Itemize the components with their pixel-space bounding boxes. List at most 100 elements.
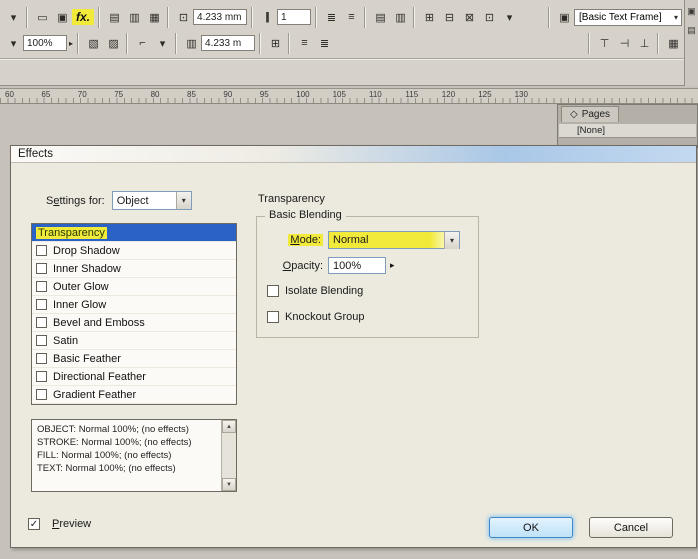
align-bottom-icon[interactable]: ⊥	[634, 34, 653, 53]
cancel-button[interactable]: Cancel	[589, 517, 673, 538]
effect-checkbox-drop-shadow[interactable]	[36, 245, 47, 256]
pages-panel-icon: ◇	[570, 109, 578, 120]
corner-options-icon[interactable]: ⊡	[173, 8, 192, 27]
effect-item-directional-feather[interactable]: Directional Feather	[32, 368, 236, 386]
effect-item-basic-feather[interactable]: Basic Feather	[32, 350, 236, 368]
effect-item-transparency[interactable]: Transparency	[32, 224, 236, 242]
stroke-style-icon[interactable]: ▧	[83, 34, 102, 53]
toolbar-separator	[77, 32, 80, 54]
summary-line: STROKE: Normal 100%; (no effects)	[37, 437, 192, 448]
effect-checkbox-basic-feather[interactable]	[36, 353, 47, 364]
align-menu-arrow[interactable]: ▾	[499, 8, 518, 27]
dialog-titlebar[interactable]: Effects	[11, 146, 696, 163]
pages-none-item[interactable]: [None]	[559, 124, 696, 138]
ruler[interactable]: 60 65 70 75 80 85 90 95 100 105 110 115 120 125 130	[0, 88, 698, 104]
effect-checkbox-outer-glow[interactable]	[36, 281, 47, 292]
align-horizontal-icon[interactable]: ⊞	[419, 8, 438, 27]
opacity-label: Opacity:	[282, 259, 323, 272]
distribute-icon[interactable]: ⊠	[459, 8, 478, 27]
knockout-group-row[interactable]: Knockout Group	[267, 311, 365, 323]
toolbar-separator	[175, 32, 178, 54]
control-toolbar: ▾ ▭ ▣ fx. ▤ ▥ ▦ ⊡ 4.233 mm ||| 1 ≣ ≡ ▤ ▥ ⊞ ⊟ ⊠ ⊡ ▾ ▣ [Basic T…	[0, 0, 698, 86]
effect-item-inner-shadow[interactable]: Inner Shadow	[32, 260, 236, 278]
space-icon[interactable]: ⊡	[479, 8, 498, 27]
distribute-lines-icon-1[interactable]: ≡	[294, 34, 313, 53]
align-left-icon[interactable]: ⊣	[614, 34, 633, 53]
effect-item-bevel-and-emboss[interactable]: Bevel and Emboss	[32, 314, 236, 332]
settings-for-dropdown[interactable]: Object ▾	[111, 191, 192, 210]
corner-radius-input[interactable]: 4.233 mm	[193, 9, 248, 25]
scroll-down-icon[interactable]: ▼	[222, 478, 236, 491]
scale-reference-dropdown[interactable]: ▾	[3, 34, 22, 53]
text-wrap-around-icon[interactable]: ▥	[124, 8, 143, 27]
effects-fx-button[interactable]: fx.	[72, 9, 95, 25]
object-style-combo-value: [Basic Text Frame]	[579, 11, 662, 23]
columns-count-input[interactable]: 1	[277, 9, 312, 25]
object-style-combo[interactable]: [Basic Text Frame] ▾	[574, 8, 682, 26]
effect-checkbox-gradient-feather[interactable]	[36, 389, 47, 400]
preview-checkbox[interactable]: ✓	[28, 518, 40, 530]
effect-checkbox-inner-glow[interactable]	[36, 299, 47, 310]
pages-panel: ◇ Pages [None]	[557, 104, 698, 148]
gutter-icon[interactable]: ▥	[181, 34, 200, 53]
effect-item-gradient-feather[interactable]: Gradient Feather	[32, 386, 236, 404]
ruler-number: 60	[5, 90, 14, 99]
reference-point-dropdown[interactable]: ▾	[3, 8, 22, 27]
ruler-number: 105	[332, 90, 346, 99]
effect-label-basic-feather: Basic Feather	[53, 352, 121, 365]
opacity-input[interactable]: 100%	[328, 257, 386, 274]
preview-row[interactable]: ✓ Preview	[28, 518, 91, 530]
align-top-icon[interactable]: ⊤	[594, 34, 613, 53]
document-icon[interactable]: ▭	[32, 8, 51, 27]
dock-panel-icon-1[interactable]: ▣	[687, 6, 696, 17]
blend-mode-dropdown[interactable]: Normal ▾	[328, 231, 460, 249]
corner-shape-arrow[interactable]: ▾	[152, 34, 171, 53]
object-style-icon[interactable]: ▣	[554, 8, 573, 27]
effect-label-satin: Satin	[53, 334, 79, 347]
summary-line: TEXT: Normal 100%; (no effects)	[37, 463, 176, 474]
blend-mode-value: Normal	[333, 234, 369, 246]
text-wrap-jump-icon[interactable]: ▦	[144, 8, 163, 27]
isolate-blending-row[interactable]: Isolate Blending	[267, 285, 363, 297]
isolate-blending-checkbox[interactable]	[267, 285, 279, 297]
baseline-grid-icon[interactable]: ▤	[370, 8, 389, 27]
text-align-icon-2[interactable]: ≡	[341, 8, 360, 27]
effect-checkbox-directional-feather[interactable]	[36, 371, 47, 382]
align-vertical-icon[interactable]: ⊟	[439, 8, 458, 27]
summary-scrollbar[interactable]: ▲ ▼	[221, 420, 236, 491]
effect-checkbox-inner-shadow[interactable]	[36, 263, 47, 274]
effect-item-satin[interactable]: Satin	[32, 332, 236, 350]
columns-icon[interactable]: |||	[257, 8, 276, 27]
effect-item-drop-shadow[interactable]: Drop Shadow	[32, 242, 236, 260]
isolate-blending-label: Isolate Blending	[285, 285, 364, 297]
panel-options-icon[interactable]: ▦	[663, 34, 682, 53]
frame-grid-icon[interactable]: ▥	[390, 8, 409, 27]
effect-item-outer-glow[interactable]: Outer Glow	[32, 278, 236, 296]
ok-button[interactable]: OK	[489, 517, 573, 538]
chevron-down-icon: ▾	[673, 12, 678, 22]
effect-checkbox-satin[interactable]	[36, 335, 47, 346]
ruler-number: 110	[369, 90, 382, 99]
opacity-slider-arrow-icon[interactable]: ▸	[390, 260, 395, 271]
gutter-size-input[interactable]: 4.233 m	[201, 35, 256, 51]
grid-icon[interactable]: ⊞	[265, 34, 284, 53]
effect-checkbox-bevel-and-emboss[interactable]	[36, 317, 47, 328]
dock-panel-icon-2[interactable]: ▤	[687, 25, 696, 36]
ruler-number: 115	[405, 90, 419, 99]
transparency-section-title: Transparency	[258, 193, 325, 205]
mode-row: Mode: Normal ▾	[267, 231, 460, 249]
corner-shape-icon[interactable]: ⌐	[132, 34, 151, 53]
text-align-icon-1[interactable]: ≣	[321, 8, 340, 27]
pages-panel-tab[interactable]: ◇ Pages	[561, 106, 620, 122]
panel-dock-strip: ▣ ▤	[684, 0, 698, 86]
frame-icon[interactable]: ▣	[52, 8, 71, 27]
fill-style-icon[interactable]: ▨	[103, 34, 122, 53]
scale-percent-combo[interactable]: 100% ▸	[23, 35, 73, 51]
knockout-group-checkbox[interactable]	[267, 311, 279, 323]
distribute-lines-icon-2[interactable]: ≣	[314, 34, 333, 53]
ruler-number: 70	[77, 90, 87, 99]
scroll-up-icon[interactable]: ▲	[222, 420, 236, 433]
effect-item-inner-glow[interactable]: Inner Glow	[32, 296, 236, 314]
text-wrap-none-icon[interactable]: ▤	[104, 8, 123, 27]
toolbar-separator	[657, 32, 659, 54]
